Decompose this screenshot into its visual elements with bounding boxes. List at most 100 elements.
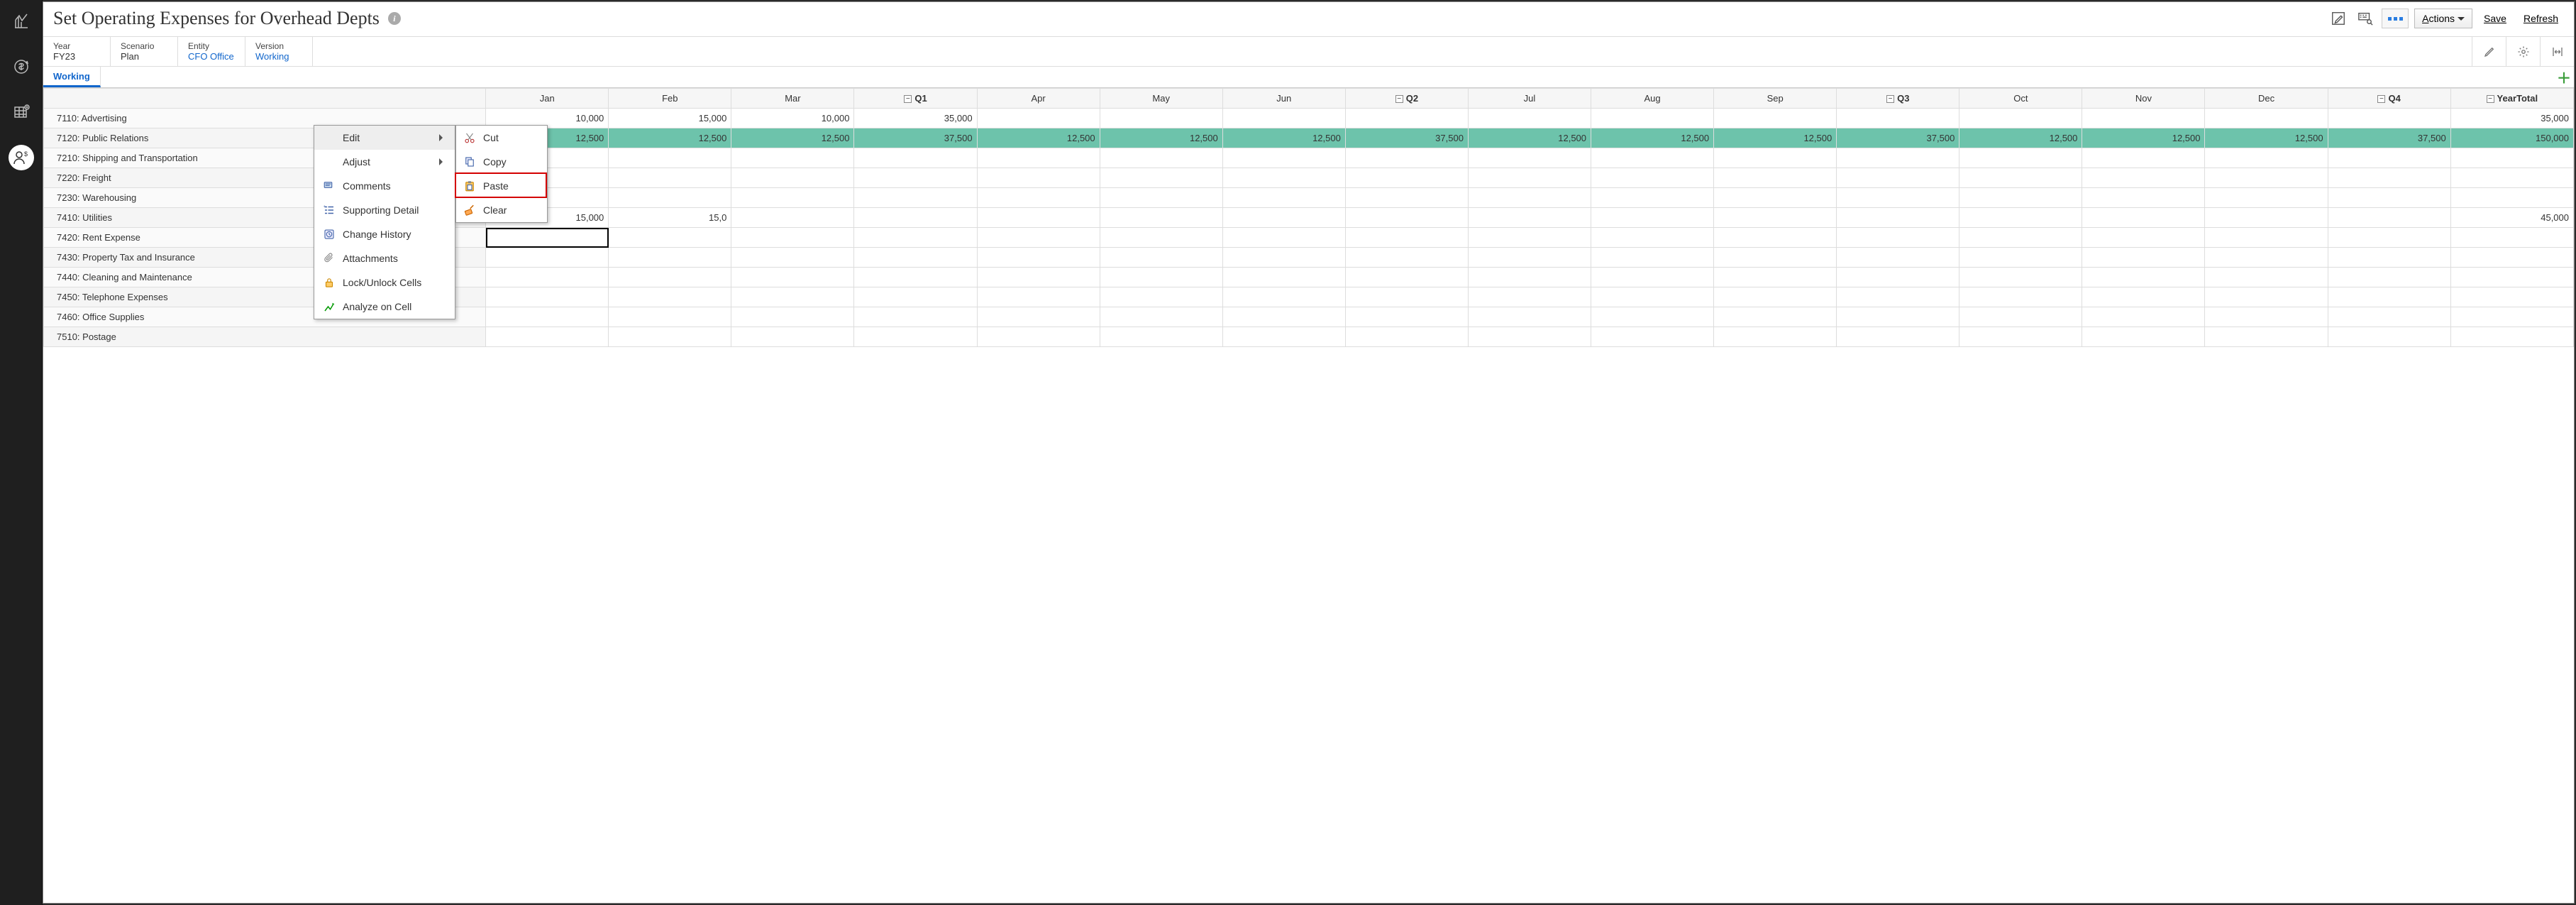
grid-cell[interactable] <box>731 168 854 188</box>
grid-cell[interactable] <box>1591 109 1714 128</box>
grid-cell[interactable] <box>731 287 854 307</box>
grid-cell[interactable] <box>1222 188 1345 208</box>
col-header-yeartotal[interactable]: −YearTotal <box>2450 89 2573 109</box>
save-button[interactable]: Save <box>2478 9 2512 28</box>
grid-cell[interactable] <box>977 109 1100 128</box>
grid-cell[interactable] <box>977 248 1100 268</box>
grid-cell[interactable] <box>609 228 731 248</box>
grid-cell[interactable] <box>854 248 977 268</box>
col-header-jan[interactable]: Jan <box>486 89 609 109</box>
grid-cell[interactable] <box>1837 307 1959 327</box>
grid-cell[interactable]: 10,000 <box>731 109 854 128</box>
ctx-adjust[interactable]: Adjust <box>314 150 455 174</box>
grid-cell[interactable] <box>1100 268 1222 287</box>
grid-cell[interactable] <box>1222 307 1345 327</box>
ctx-edit[interactable]: Edit <box>314 126 455 150</box>
ctx-edit-clear[interactable]: Clear <box>456 198 547 222</box>
keyboard-search-icon[interactable] <box>2355 9 2376 28</box>
ctx-edit-paste[interactable]: Paste <box>456 174 547 198</box>
grid-cell[interactable] <box>2205 248 2328 268</box>
grid-cell[interactable] <box>2082 327 2205 347</box>
grid-cell[interactable] <box>609 148 731 168</box>
grid-cell[interactable] <box>486 307 609 327</box>
grid-cell[interactable] <box>977 307 1100 327</box>
grid-cell[interactable] <box>731 248 854 268</box>
grid-cell[interactable] <box>2328 287 2450 307</box>
grid-cell[interactable] <box>1837 327 1959 347</box>
grid-cell[interactable]: 37,500 <box>1837 128 1959 148</box>
grid-cell[interactable]: 12,500 <box>1222 128 1345 148</box>
grid-cell[interactable]: 150,000 <box>2450 128 2573 148</box>
grid-cell[interactable] <box>854 268 977 287</box>
col-header-mar[interactable]: Mar <box>731 89 854 109</box>
grid-cell[interactable] <box>609 188 731 208</box>
grid-cell[interactable] <box>2328 268 2450 287</box>
grid-cell[interactable]: 35,000 <box>2450 109 2573 128</box>
row-header[interactable]: 7510: Postage <box>44 327 486 347</box>
grid-cell[interactable] <box>1591 148 1714 168</box>
grid-cell[interactable] <box>2450 188 2573 208</box>
collapse-icon[interactable]: − <box>2487 95 2494 103</box>
grid-cell[interactable]: 35,000 <box>854 109 977 128</box>
grid-cell[interactable] <box>1468 188 1591 208</box>
grid-cell[interactable] <box>2082 168 2205 188</box>
col-header-q1[interactable]: −Q1 <box>854 89 977 109</box>
grid-cell[interactable] <box>731 327 854 347</box>
grid-cell[interactable] <box>1591 268 1714 287</box>
grid-cell[interactable] <box>1591 208 1714 228</box>
grid-cell[interactable] <box>609 327 731 347</box>
grid-cell[interactable] <box>1222 168 1345 188</box>
ctx-change-history[interactable]: Change History <box>314 222 455 246</box>
grid-cell[interactable] <box>2328 307 2450 327</box>
grid-cell[interactable] <box>1959 307 2082 327</box>
grid-cell[interactable] <box>1100 148 1222 168</box>
grid-cell[interactable]: 12,500 <box>1100 128 1222 148</box>
grid-cell[interactable] <box>1714 188 1837 208</box>
grid-cell[interactable] <box>1959 248 2082 268</box>
grid-cell[interactable]: 12,500 <box>2082 128 2205 148</box>
add-tab-button[interactable]: ＋ <box>2554 67 2574 87</box>
grid-cell[interactable] <box>2450 228 2573 248</box>
grid-cell[interactable] <box>977 208 1100 228</box>
grid-cell[interactable] <box>1837 148 1959 168</box>
grid-cell[interactable] <box>2082 248 2205 268</box>
pov-cell-version[interactable]: VersionWorking <box>245 37 313 66</box>
grid-cell[interactable]: 37,500 <box>1345 128 1468 148</box>
grid-cell[interactable] <box>1468 307 1591 327</box>
grid-cell[interactable]: 12,500 <box>977 128 1100 148</box>
grid-cell[interactable] <box>977 287 1100 307</box>
grid-cell[interactable] <box>1714 307 1837 327</box>
grid-cell[interactable] <box>1100 307 1222 327</box>
grid-cell[interactable] <box>1714 327 1837 347</box>
info-icon[interactable]: i <box>388 12 401 25</box>
col-header-may[interactable]: May <box>1100 89 1222 109</box>
grid-cell[interactable] <box>486 268 609 287</box>
col-header-q3[interactable]: −Q3 <box>1837 89 1959 109</box>
grid-cell[interactable] <box>2205 327 2328 347</box>
grid-cell[interactable] <box>2205 287 2328 307</box>
grid-cell[interactable] <box>1468 287 1591 307</box>
grid-cell[interactable] <box>1959 228 2082 248</box>
grid-cell[interactable] <box>1714 287 1837 307</box>
grid-cell[interactable] <box>1837 228 1959 248</box>
grid-cell[interactable] <box>1100 248 1222 268</box>
ctx-comments[interactable]: Comments <box>314 174 455 198</box>
col-header-apr[interactable]: Apr <box>977 89 1100 109</box>
grid-cell[interactable]: 12,500 <box>609 128 731 148</box>
grid-cell[interactable] <box>2082 287 2205 307</box>
grid-cell[interactable] <box>1468 327 1591 347</box>
ctx-edit-cut[interactable]: Cut <box>456 126 547 150</box>
grid-cell[interactable]: 12,500 <box>2205 128 2328 148</box>
grid-cell[interactable] <box>1714 268 1837 287</box>
format-dots-button[interactable] <box>2382 9 2409 28</box>
grid-cell[interactable] <box>2328 109 2450 128</box>
grid-cell[interactable] <box>1837 248 1959 268</box>
grid-cell[interactable] <box>1959 109 2082 128</box>
grid-cell[interactable] <box>1345 307 1468 327</box>
grid-cell[interactable] <box>977 327 1100 347</box>
col-header-nov[interactable]: Nov <box>2082 89 2205 109</box>
grid-cell[interactable] <box>486 228 609 248</box>
grid-cell[interactable] <box>1345 228 1468 248</box>
grid-cell[interactable] <box>1714 208 1837 228</box>
grid-cell[interactable] <box>2328 208 2450 228</box>
